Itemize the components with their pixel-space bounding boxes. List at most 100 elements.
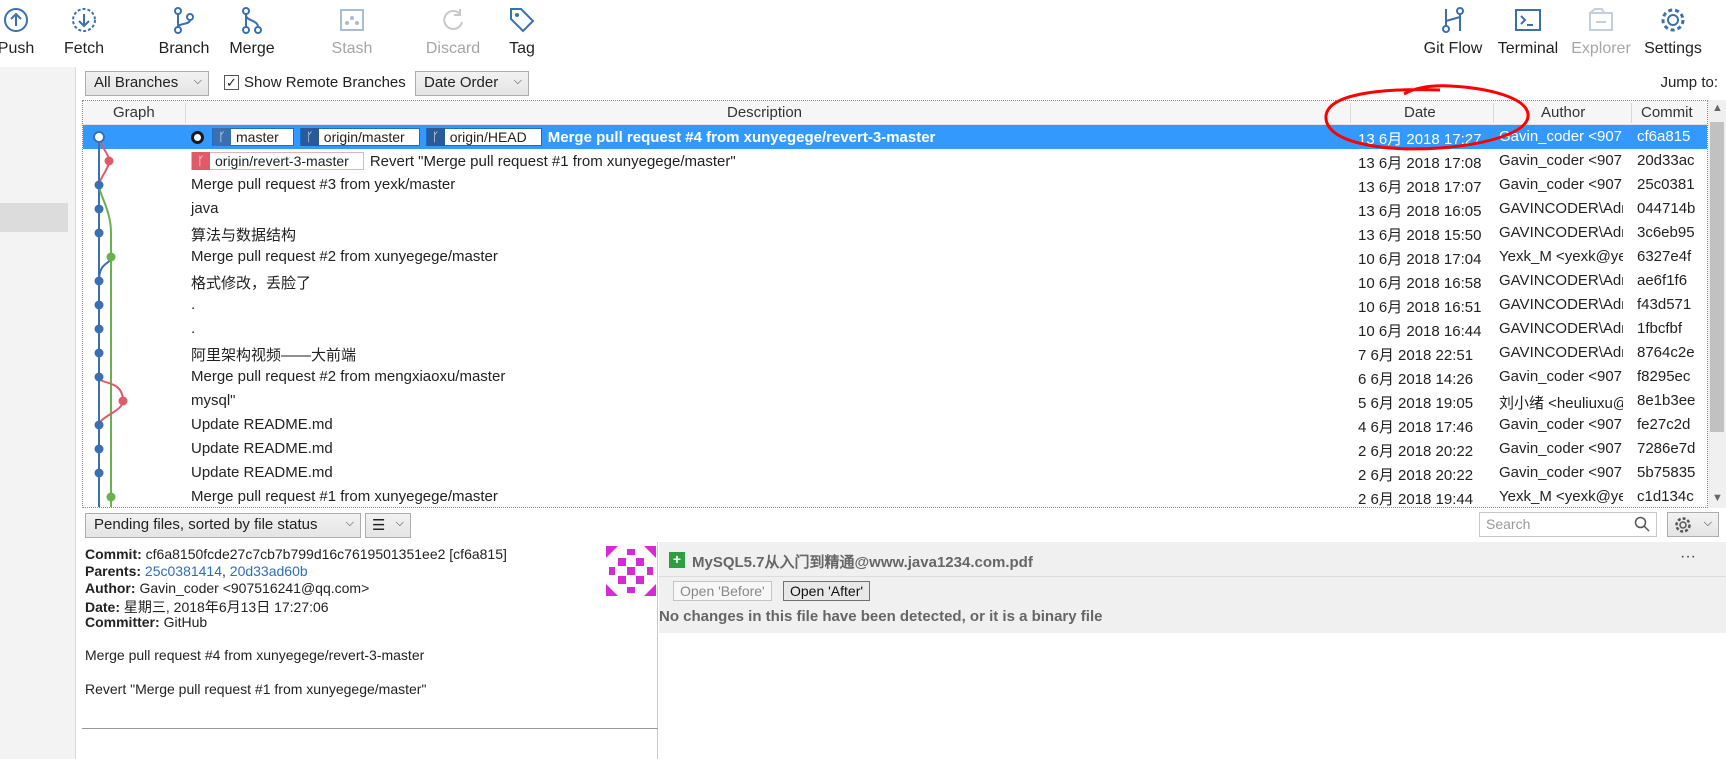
- commit-row[interactable]: java 13 6月 2018 16:05 GAVINCODER\Administr…: [83, 197, 1707, 221]
- column-graph[interactable]: Graph: [113, 104, 155, 121]
- commit-row[interactable]: ᚴ origin/revert-3-master Revert "Merge pul…: [83, 149, 1707, 173]
- commit-message: Revert "Merge pull request #1 from xunye…: [369, 152, 736, 170]
- file-name: MySQL5.7从入门到精通@www.java1234.com.pdf: [692, 554, 1033, 571]
- column-date[interactable]: Date: [1404, 104, 1436, 121]
- commit-row[interactable]: Merge pull request #3 from yexk/master 13…: [83, 173, 1707, 197]
- fetch-button[interactable]: Fetch: [56, 0, 112, 67]
- commit-description: Merge pull request #2 from mengxiaoxu/ma…: [191, 368, 505, 385]
- settings-label: Settings: [1644, 40, 1702, 57]
- commit-author: Gavin_coder <907516241@qq.com>: [1499, 128, 1623, 145]
- commit-row[interactable]: 格式修改，丢脸了 10 6月 2018 16:58 GAVINCODER\Admin…: [83, 269, 1707, 293]
- view-mode-dropdown[interactable]: ☰ ⌵: [365, 513, 411, 538]
- git-flow-label: Git Flow: [1423, 40, 1483, 57]
- detail-message-2: Revert "Merge pull request #1 from xunye…: [85, 681, 427, 697]
- commit-hash: 20d33ac: [1637, 152, 1695, 169]
- parent-link-1[interactable]: 25c0381414: [145, 563, 222, 579]
- tag-button[interactable]: Tag: [502, 0, 542, 67]
- commit-node: [94, 444, 104, 454]
- commit-date: 10 6月 2018 16:51: [1358, 299, 1482, 316]
- commit-row[interactable]: mysql" 5 6月 2018 19:05 刘小绪 <heuliuxu@163.c…: [83, 389, 1707, 413]
- commit-row[interactable]: 算法与数据结构 13 6月 2018 15:50 GAVINCODER\Admini…: [83, 221, 1707, 245]
- commit-hash: 8764c2e: [1637, 344, 1695, 361]
- column-header: Graph Description Date Author Commit: [83, 101, 1707, 125]
- explorer-button[interactable]: Explorer: [1566, 0, 1636, 67]
- branches-dropdown[interactable]: All Branches ⌵: [85, 71, 209, 96]
- options-dropdown[interactable]: ⌵: [1667, 512, 1719, 537]
- avatar: [606, 546, 656, 596]
- open-before-button[interactable]: Open 'Before': [673, 581, 772, 601]
- commit-row[interactable]: 阿里架构视频——大前端 7 6月 2018 22:51 GAVINCODER\Adm…: [83, 341, 1707, 365]
- merge-button[interactable]: Merge: [224, 0, 280, 67]
- commit-hash: 5b75835: [1637, 464, 1696, 481]
- commit-row[interactable]: . 10 6月 2018 16:51 GAVINCODER\Administrato…: [83, 293, 1707, 317]
- commit-row[interactable]: ᚴ master ᚴ origin/master ᚴ origin/HEAD Merge p…: [83, 125, 1707, 149]
- stash-button[interactable]: Stash: [322, 0, 382, 67]
- search-icon: [1634, 516, 1650, 532]
- column-description[interactable]: Description: [727, 104, 802, 121]
- commit-date: 13 6月 2018 15:50: [1358, 227, 1482, 244]
- fetch-label: Fetch: [63, 40, 104, 57]
- no-changes-message: No changes in this file have been detect…: [659, 603, 1726, 633]
- commit-node: [94, 468, 104, 478]
- commit-row[interactable]: Merge pull request #2 from mengxiaoxu/ma…: [83, 365, 1707, 389]
- more-options-icon[interactable]: ···: [1680, 548, 1696, 566]
- show-remote-checkbox[interactable]: ✓: [224, 75, 239, 90]
- commit-date: 2 6月 2018 20:22: [1358, 467, 1474, 484]
- commit-row[interactable]: Update README.md 2 6月 2018 20:22 Gavin_cod…: [83, 461, 1707, 485]
- terminal-button[interactable]: Terminal: [1492, 0, 1564, 67]
- scroll-up-icon[interactable]: ▲: [1712, 102, 1723, 114]
- push-button[interactable]: Push: [0, 0, 38, 67]
- commit-hash: cf6a815: [1637, 128, 1691, 145]
- pending-files-dropdown[interactable]: Pending files, sorted by file status ⌵: [85, 513, 361, 538]
- commit-hash: c1d134c: [1637, 488, 1694, 505]
- commit-row[interactable]: Merge pull request #2 from xunyegege/mas…: [83, 245, 1707, 269]
- commit-row[interactable]: . 10 6月 2018 16:44 GAVINCODER\Administrato…: [83, 317, 1707, 341]
- git-flow-button[interactable]: Git Flow: [1420, 0, 1486, 67]
- column-divider[interactable]: [1350, 103, 1351, 123]
- commit-description: Merge pull request #3 from yexk/master: [191, 176, 455, 193]
- branch-label[interactable]: ᚴ master: [212, 128, 294, 146]
- commit-row[interactable]: Update README.md 4 6月 2018 17:46 Gavin_cod…: [83, 413, 1707, 437]
- column-author[interactable]: Author: [1541, 104, 1585, 121]
- column-divider[interactable]: [1493, 103, 1494, 123]
- column-divider[interactable]: [1631, 103, 1632, 123]
- column-divider[interactable]: [185, 103, 186, 123]
- commit-node: [118, 396, 128, 406]
- detail-message-1: Merge pull request #4 from xunyegege/rev…: [85, 647, 425, 663]
- branch-name: origin/master: [323, 129, 405, 145]
- commit-author: Yexk_M <yexk@yexk.cn>: [1499, 248, 1623, 265]
- commit-author: GAVINCODER\Administrator: [1499, 344, 1623, 361]
- show-remote-branches[interactable]: ✓ Show Remote Branches: [224, 74, 406, 91]
- commit-node: [94, 348, 104, 358]
- order-dropdown[interactable]: Date Order ⌵: [415, 71, 529, 96]
- branch-name: master: [236, 129, 279, 145]
- commit-list: Graph Description Date Author Commit ᚴ ma…: [82, 100, 1708, 508]
- commit-list-scrollbar[interactable]: ▲ ▼: [1708, 100, 1726, 508]
- chevron-down-icon: ⌵: [395, 517, 404, 529]
- branch-label[interactable]: ᚴ origin/revert-3-master: [191, 152, 364, 170]
- list-icon: ☰: [372, 517, 386, 534]
- pending-files-bar: Pending files, sorted by file status ⌵ ☰…: [82, 510, 1726, 540]
- column-commit[interactable]: Commit: [1641, 104, 1693, 121]
- parent-link-2[interactable]: 20d33ad60b: [230, 563, 308, 579]
- scroll-down-icon[interactable]: ▼: [1712, 492, 1723, 504]
- commit-author: GAVINCODER\Administrator: [1499, 296, 1623, 313]
- commit-message: .: [191, 296, 196, 313]
- commit-author: 刘小绪 <heuliuxu@163.com>: [1499, 395, 1623, 412]
- commit-row[interactable]: Update README.md 2 6月 2018 20:22 Gavin_cod…: [83, 437, 1707, 461]
- commit-row[interactable]: Merge pull request #1 from xunyegege/mas…: [83, 485, 1707, 507]
- commit-message: .: [191, 320, 196, 337]
- commit-message: Update README.md: [191, 440, 333, 457]
- discard-label: Discard: [425, 40, 481, 57]
- search-input[interactable]: Search: [1479, 512, 1657, 537]
- commit-hash: 1fbcfbf: [1637, 320, 1683, 337]
- discard-button[interactable]: Discard: [418, 0, 488, 67]
- branch-button[interactable]: Branch: [154, 0, 214, 67]
- sidebar-selected-item[interactable]: [0, 203, 68, 232]
- settings-button[interactable]: Settings: [1640, 0, 1706, 67]
- scrollbar-thumb[interactable]: [1710, 122, 1724, 432]
- branch-label[interactable]: ᚴ origin/master: [299, 128, 420, 146]
- tag-label: Tag: [509, 40, 535, 57]
- open-after-button[interactable]: Open 'After': [783, 581, 871, 601]
- branch-label[interactable]: ᚴ origin/HEAD: [425, 128, 542, 146]
